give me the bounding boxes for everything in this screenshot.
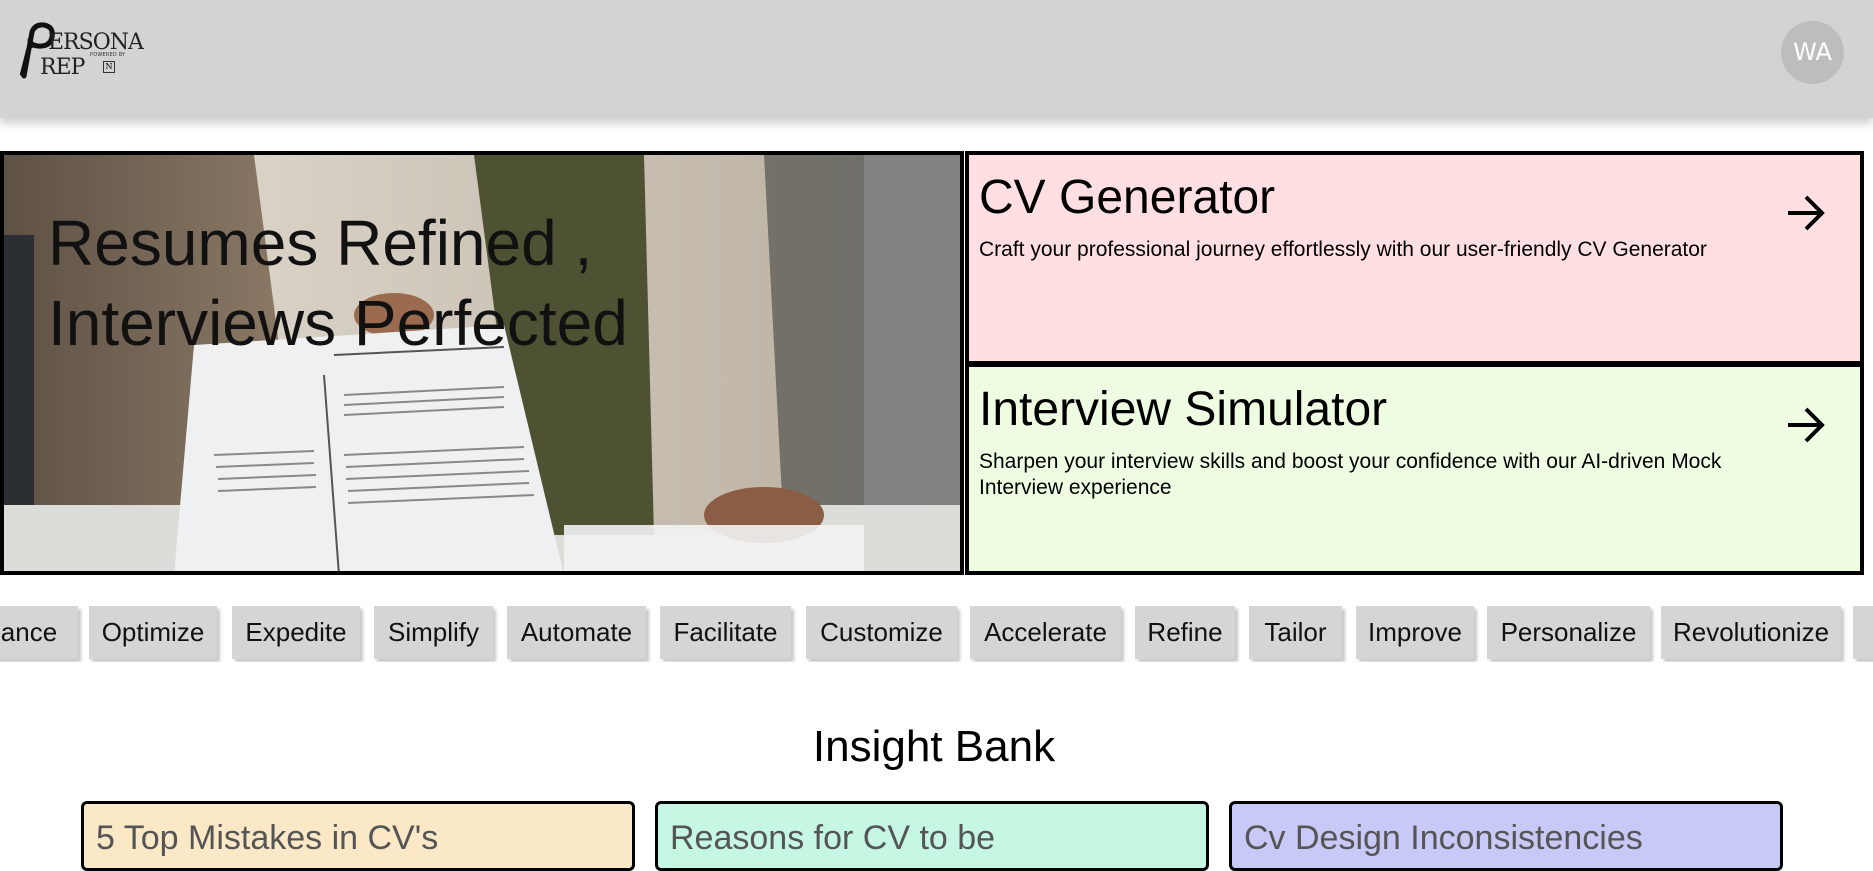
hero-banner: Resumes Refined , Interviews Perfected xyxy=(0,151,964,575)
interview-simulator-title: Interview Simulator xyxy=(979,383,1388,436)
keyword-marquee: ance Optimize Expedite Simplify Automate… xyxy=(0,606,1873,662)
chip-tailor: Tailor xyxy=(1249,606,1342,659)
hero-title: Resumes Refined , Interviews Perfected xyxy=(48,203,628,363)
insight-card-title: 5 Top Mistakes in CV's xyxy=(96,819,439,857)
arrow-right-icon[interactable] xyxy=(1784,403,1828,447)
top-bar: ERSONA REP POWERED BY N WA xyxy=(0,0,1873,118)
insight-card-design[interactable]: Cv Design Inconsistencies xyxy=(1229,801,1783,871)
chip-refine: Refine xyxy=(1135,606,1235,659)
chip-facilitate: Facilitate xyxy=(660,606,791,659)
chip-expedite: Expedite xyxy=(232,606,360,659)
chip-next xyxy=(1853,606,1873,659)
insight-bank-title: Insight Bank xyxy=(812,722,1056,771)
insight-card-mistakes[interactable]: 5 Top Mistakes in CV's xyxy=(81,801,635,871)
chip-revolutionize: Revolutionize xyxy=(1661,606,1841,659)
interview-simulator-description: Sharpen your interview skills and boost … xyxy=(979,450,1722,499)
user-avatar[interactable]: WA xyxy=(1781,21,1844,84)
insight-card-reasons[interactable]: Reasons for CV to be xyxy=(655,801,1209,871)
persona-prep-logo[interactable]: ERSONA REP POWERED BY N xyxy=(18,22,144,80)
logo-powered-badge: N xyxy=(103,61,115,73)
chip-personalize: Personalize xyxy=(1487,606,1650,659)
cv-generator-card[interactable]: CV Generator Craft your professional jou… xyxy=(965,151,1864,365)
interview-simulator-card[interactable]: Interview Simulator Sharpen your intervi… xyxy=(965,363,1864,575)
chip-accelerate: Accelerate xyxy=(970,606,1121,659)
logo-powered-by: POWERED BY xyxy=(90,52,126,58)
cv-generator-title: CV Generator xyxy=(979,171,1276,224)
hero-title-line1: Resumes Refined , xyxy=(48,207,593,279)
arrow-right-icon[interactable] xyxy=(1784,191,1828,235)
chip-customize: Customize xyxy=(806,606,957,659)
cv-generator-description: Craft your professional journey effortle… xyxy=(979,238,1707,261)
hero-title-line2: Interviews Perfected xyxy=(48,287,628,359)
chip-improve: Improve xyxy=(1356,606,1474,659)
chip-automate: Automate xyxy=(507,606,646,659)
insight-card-title: Reasons for CV to be xyxy=(670,819,996,857)
chip-optimize: Optimize xyxy=(89,606,217,659)
chip-enhance: ance xyxy=(0,606,78,659)
logo-text-line2: REP xyxy=(40,55,85,80)
insight-card-title: Cv Design Inconsistencies xyxy=(1244,819,1643,857)
chip-simplify: Simplify xyxy=(374,606,493,659)
